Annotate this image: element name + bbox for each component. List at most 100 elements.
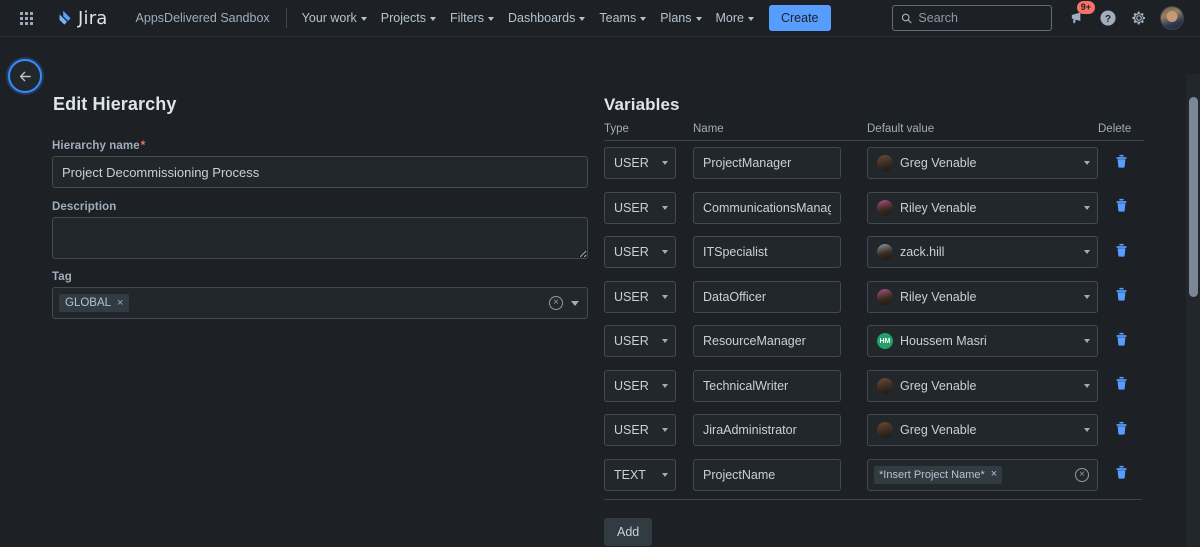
variable-default-value-select[interactable]: Greg Venable <box>867 147 1098 180</box>
user-avatar <box>877 155 893 172</box>
delete-variable-button[interactable] <box>1114 464 1129 485</box>
variables-panel: Variables Type Name Default value Delete… <box>604 95 1144 546</box>
default-value-chip-remove-icon[interactable]: × <box>991 469 997 480</box>
nav-label: Plans <box>660 11 692 25</box>
user-avatar <box>877 244 893 261</box>
variable-default-value-label: Greg Venable <box>900 156 977 171</box>
variable-default-value-select[interactable]: Greg Venable <box>867 414 1098 447</box>
nav-item-filters[interactable]: Filters <box>443 5 501 31</box>
vertical-scrollbar-track[interactable] <box>1186 74 1200 547</box>
variable-name-input[interactable] <box>693 325 841 358</box>
default-value-chip[interactable]: *Insert Project Name* × <box>874 465 1003 484</box>
notifications-badge: 9+ <box>1076 1 1095 14</box>
delete-variable-button[interactable] <box>1114 375 1129 396</box>
user-avatar <box>877 422 893 439</box>
search-input[interactable] <box>918 11 1043 25</box>
variable-type-value: TEXT <box>614 467 646 482</box>
variable-name-input[interactable] <box>693 147 841 180</box>
hierarchy-name-label-text: Hierarchy name <box>52 140 140 152</box>
chevron-down-icon <box>1084 205 1090 210</box>
variable-type-select[interactable]: USER <box>604 280 676 313</box>
settings-button[interactable] <box>1125 4 1153 32</box>
chevron-down-icon <box>640 17 647 21</box>
create-button[interactable]: Create <box>768 5 831 31</box>
tag-chip-global[interactable]: GLOBAL × <box>59 294 130 312</box>
variable-type-select[interactable]: USER <box>604 147 676 180</box>
variable-name-input[interactable] <box>693 369 841 402</box>
jira-home-link[interactable]: Jira <box>48 5 114 32</box>
trash-icon <box>1116 288 1127 301</box>
nav-label: Your work <box>301 11 357 25</box>
delete-variable-button[interactable] <box>1114 197 1129 218</box>
app-switcher-button[interactable] <box>12 4 40 32</box>
column-header-name: Name <box>693 123 724 135</box>
chevron-down-icon <box>662 250 668 255</box>
column-header-default-value: Default value <box>867 123 935 135</box>
delete-variable-button[interactable] <box>1114 242 1129 263</box>
tag-chip-remove-icon[interactable]: × <box>117 297 123 309</box>
search-icon <box>901 13 912 23</box>
description-textarea[interactable] <box>52 217 588 259</box>
variable-default-value-field[interactable]: *Insert Project Name* × × <box>867 458 1098 491</box>
chevron-down-icon <box>662 205 668 210</box>
hierarchy-name-input[interactable] <box>52 156 588 188</box>
delete-variable-button[interactable] <box>1114 420 1129 441</box>
site-name[interactable]: AppsDelivered Sandbox <box>128 6 278 30</box>
chevron-down-icon <box>747 17 754 21</box>
delete-variable-button[interactable] <box>1114 286 1129 307</box>
variable-name-input[interactable] <box>693 414 841 447</box>
nav-item-projects[interactable]: Projects <box>374 5 443 31</box>
variable-type-select[interactable]: USER <box>604 369 676 402</box>
help-button[interactable]: ? <box>1094 4 1122 32</box>
nav-item-more[interactable]: More <box>709 5 761 31</box>
variable-type-select[interactable]: USER <box>604 414 676 447</box>
variable-name-input[interactable] <box>693 280 841 313</box>
variable-name-input[interactable] <box>693 458 841 491</box>
table-row: USER HM Houssem Masri <box>604 319 1144 364</box>
svg-text:?: ? <box>1105 14 1111 25</box>
trash-icon <box>1116 332 1127 346</box>
table-row: USER Riley Venable <box>604 275 1144 320</box>
back-button[interactable] <box>8 59 42 93</box>
nav-item-plans[interactable]: Plans <box>653 5 708 31</box>
clear-circle-icon[interactable]: × <box>549 296 563 310</box>
variable-default-value-select[interactable]: Greg Venable <box>867 369 1098 402</box>
notifications-button[interactable]: 9+ <box>1063 1 1095 32</box>
vertical-scrollbar-thumb[interactable] <box>1188 97 1198 297</box>
delete-cell <box>1098 420 1144 441</box>
variable-default-value-select[interactable]: zack.hill <box>867 236 1098 269</box>
variable-type-select[interactable]: USER <box>604 236 676 269</box>
delete-variable-button[interactable] <box>1114 153 1129 174</box>
variable-name-input[interactable] <box>693 236 841 269</box>
variable-default-value-select[interactable]: Riley Venable <box>867 280 1098 313</box>
variable-default-value-label: Houssem Masri <box>900 334 987 349</box>
page-content: Edit Hierarchy Hierarchy name* Descripti… <box>0 37 1200 547</box>
variable-default-value-select[interactable]: Riley Venable <box>867 191 1098 224</box>
trash-icon <box>1116 243 1127 257</box>
variable-type-select[interactable]: USER <box>604 325 676 358</box>
clear-circle-icon[interactable]: × <box>1075 467 1089 482</box>
delete-cell <box>1098 286 1144 307</box>
nav-item-dashboards[interactable]: Dashboards <box>501 5 592 31</box>
tag-select-field[interactable]: GLOBAL × × <box>52 287 588 319</box>
add-variable-button[interactable]: Add <box>604 518 653 546</box>
table-row: USER Greg Venable <box>604 364 1144 409</box>
tag-label: Tag <box>52 271 72 283</box>
variable-type-select[interactable]: USER <box>604 191 676 224</box>
column-header-type: Type <box>604 123 629 135</box>
table-row: TEXT *Insert Project Name* × × <box>604 453 1144 498</box>
search-box[interactable] <box>892 5 1052 31</box>
user-avatar[interactable] <box>1160 6 1184 30</box>
variable-default-value-label: Riley Venable <box>900 200 977 215</box>
chevron-down-icon <box>662 339 668 344</box>
delete-variable-button[interactable] <box>1114 331 1129 352</box>
variable-default-value-select[interactable]: HM Houssem Masri <box>867 325 1098 358</box>
nav-label: Dashboards <box>507 11 576 25</box>
chevron-down-icon[interactable] <box>571 300 579 306</box>
hierarchy-form: Hierarchy name* Description Tag GLOBAL ×… <box>52 95 588 319</box>
variable-type-select[interactable]: TEXT <box>604 458 676 491</box>
user-avatar: HM <box>877 333 893 350</box>
nav-item-teams[interactable]: Teams <box>592 5 653 31</box>
nav-item-your-work[interactable]: Your work <box>295 5 374 31</box>
variable-name-input[interactable] <box>693 191 841 224</box>
